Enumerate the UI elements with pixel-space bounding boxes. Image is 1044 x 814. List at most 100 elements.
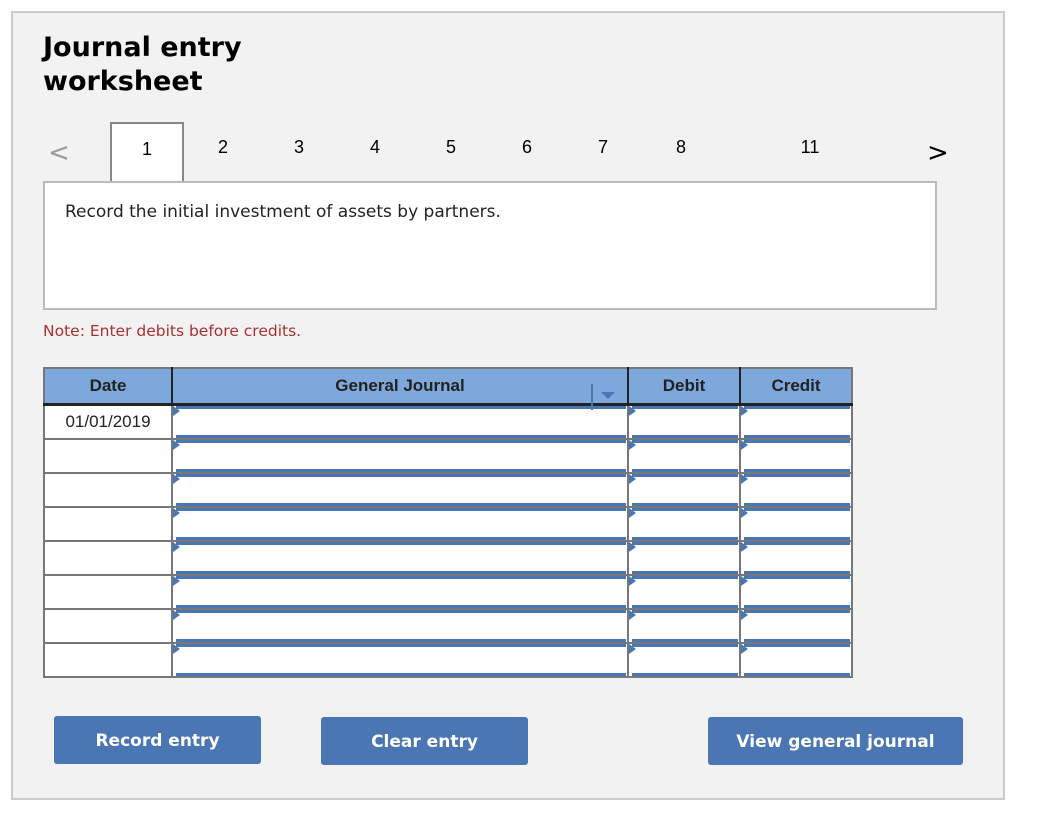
cell-marker-icon — [173, 440, 180, 450]
header-general-journal: General Journal — [172, 368, 629, 406]
debit-input[interactable] — [632, 406, 738, 438]
table-row — [44, 575, 853, 610]
debit-input[interactable] — [632, 610, 738, 642]
credit-input[interactable] — [744, 474, 850, 506]
instruction-box: Record the initial investment of assets … — [43, 181, 937, 310]
tab-4[interactable]: 4 — [338, 122, 412, 180]
date-cell[interactable]: 01/01/2019 — [44, 404, 173, 440]
credit-cell[interactable] — [740, 507, 853, 542]
account-input[interactable] — [176, 576, 626, 608]
cell-marker-icon — [173, 542, 180, 552]
debit-cell[interactable] — [628, 404, 741, 440]
account-input[interactable] — [176, 542, 626, 574]
debit-input[interactable] — [632, 542, 738, 574]
cell-marker-icon — [629, 406, 636, 416]
date-cell[interactable] — [44, 439, 173, 474]
tab-7[interactable]: 7 — [566, 122, 640, 180]
credit-cell[interactable] — [740, 575, 853, 610]
account-input[interactable] — [176, 644, 626, 676]
debit-input[interactable] — [632, 474, 738, 506]
account-cell[interactable] — [172, 609, 629, 644]
cell-marker-icon — [173, 406, 180, 416]
journal-table: Date General Journal Debit Credit 01/01/… — [43, 367, 853, 678]
cell-marker-icon — [741, 474, 748, 484]
cell-marker-icon — [741, 542, 748, 552]
account-cell[interactable] — [172, 507, 629, 542]
prev-arrow-icon[interactable]: < — [48, 138, 70, 168]
tab-8[interactable]: 8 — [644, 122, 718, 180]
credit-cell[interactable] — [740, 473, 853, 508]
debit-input[interactable] — [632, 644, 738, 676]
debit-input[interactable] — [632, 576, 738, 608]
title-line-2: worksheet — [43, 66, 203, 97]
debit-cell[interactable] — [628, 473, 741, 508]
record-entry-button[interactable]: Record entry — [54, 716, 261, 764]
account-cell[interactable] — [172, 575, 629, 610]
dropdown-icon[interactable] — [591, 384, 623, 414]
debit-cell[interactable] — [628, 609, 741, 644]
cell-marker-icon — [629, 474, 636, 484]
cell-marker-icon — [741, 644, 748, 654]
account-cell[interactable] — [172, 384, 629, 440]
note-text: Note: Enter debits before credits. — [43, 322, 302, 340]
date-cell[interactable] — [44, 541, 173, 576]
tab-5[interactable]: 5 — [414, 122, 488, 180]
account-input[interactable] — [176, 474, 626, 506]
account-cell[interactable] — [172, 643, 629, 678]
credit-cell[interactable] — [740, 404, 853, 440]
debit-cell[interactable] — [628, 439, 741, 474]
credit-cell[interactable] — [740, 643, 853, 678]
table-row — [44, 541, 853, 576]
page-title: Journal entry worksheet — [43, 31, 242, 99]
debit-cell[interactable] — [628, 575, 741, 610]
table-row — [44, 507, 853, 542]
table-row — [44, 609, 853, 644]
view-general-journal-button[interactable]: View general journal — [708, 717, 963, 765]
debit-cell[interactable] — [628, 643, 741, 678]
tab-6[interactable]: 6 — [490, 122, 564, 180]
credit-input[interactable] — [744, 576, 850, 608]
debit-cell[interactable] — [628, 507, 741, 542]
account-input[interactable] — [176, 610, 626, 642]
debit-input[interactable] — [632, 508, 738, 540]
tab-2[interactable]: 2 — [186, 122, 260, 180]
account-cell[interactable] — [172, 541, 629, 576]
cell-marker-icon — [741, 610, 748, 620]
clear-entry-button[interactable]: Clear entry — [321, 717, 528, 765]
credit-input[interactable] — [744, 406, 850, 438]
date-cell[interactable] — [44, 473, 173, 508]
account-cell[interactable] — [172, 439, 629, 474]
credit-input[interactable] — [744, 610, 850, 642]
cell-marker-icon — [629, 576, 636, 586]
account-input[interactable] — [176, 406, 626, 438]
cell-marker-icon — [629, 542, 636, 552]
account-cell[interactable] — [172, 473, 629, 508]
credit-cell[interactable] — [740, 439, 853, 474]
date-cell[interactable] — [44, 575, 173, 610]
tab-3[interactable]: 3 — [262, 122, 336, 180]
credit-input[interactable] — [744, 644, 850, 676]
credit-input[interactable] — [744, 542, 850, 574]
date-cell[interactable] — [44, 507, 173, 542]
table-row: 01/01/2019 — [44, 384, 853, 440]
account-input[interactable] — [176, 440, 626, 472]
account-input[interactable] — [176, 508, 626, 540]
date-cell[interactable] — [44, 609, 173, 644]
cell-marker-icon — [741, 440, 748, 450]
next-arrow-icon[interactable]: > — [927, 138, 949, 168]
tab-1[interactable]: 1 — [110, 122, 184, 182]
tab-11[interactable]: 11 — [773, 122, 847, 180]
cell-marker-icon — [741, 406, 748, 416]
cell-marker-icon — [629, 508, 636, 518]
credit-input[interactable] — [744, 508, 850, 540]
header-general-journal-label: General Journal — [335, 376, 465, 395]
date-cell[interactable] — [44, 643, 173, 678]
cell-marker-icon — [173, 644, 180, 654]
cell-marker-icon — [173, 474, 180, 484]
cell-marker-icon — [629, 610, 636, 620]
credit-input[interactable] — [744, 440, 850, 472]
debit-input[interactable] — [632, 440, 738, 472]
credit-cell[interactable] — [740, 609, 853, 644]
debit-cell[interactable] — [628, 541, 741, 576]
credit-cell[interactable] — [740, 541, 853, 576]
